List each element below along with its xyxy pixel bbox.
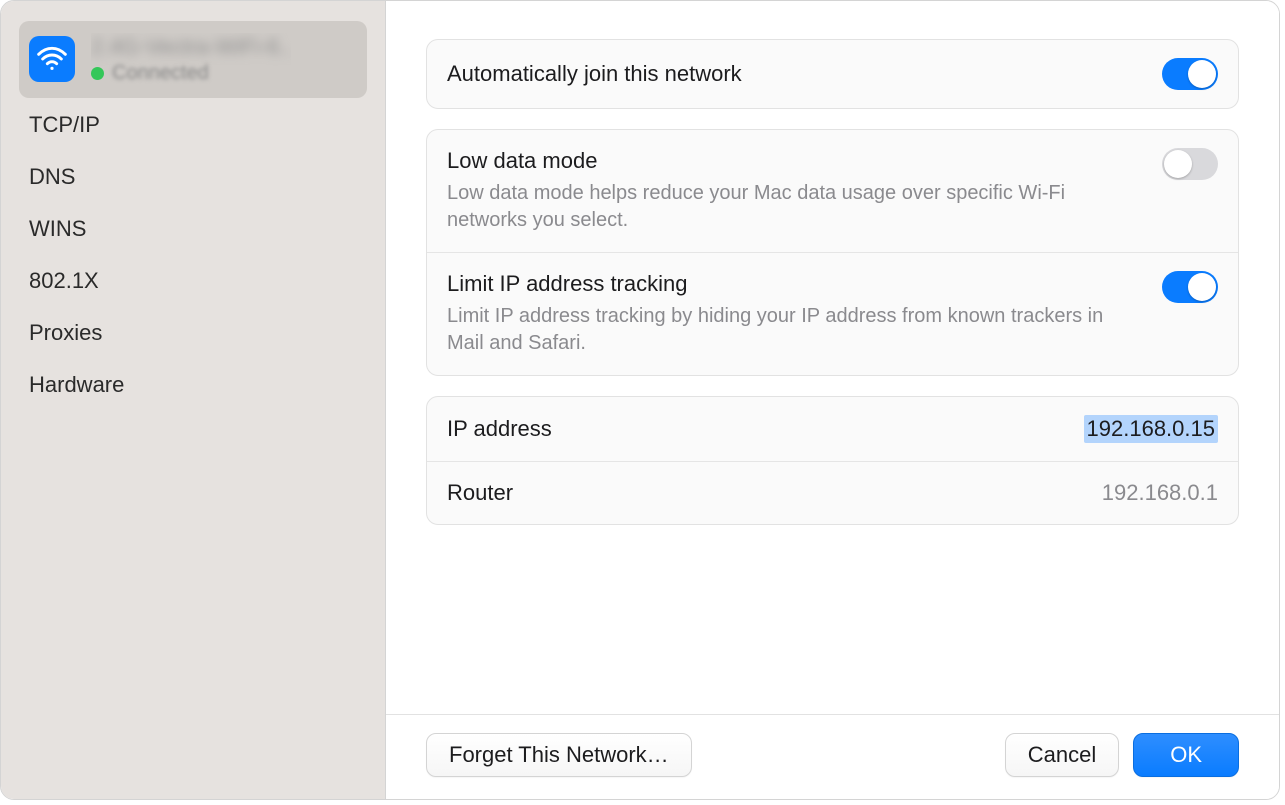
- cancel-button[interactable]: Cancel: [1005, 733, 1119, 777]
- sidebar-item-tcpip[interactable]: TCP/IP: [19, 100, 367, 150]
- sidebar-item-label: TCP/IP: [29, 112, 100, 138]
- sidebar-item-label: Hardware: [29, 372, 124, 398]
- network-name: 2.4G-Vectra-WiFi-6..: [91, 33, 291, 61]
- main-panel: Automatically join this network Low data…: [386, 1, 1279, 799]
- sidebar: 2.4G-Vectra-WiFi-6.. Connected TCP/IP DN…: [1, 1, 386, 799]
- low-data-toggle[interactable]: [1162, 148, 1218, 180]
- sidebar-item-wifi-network[interactable]: 2.4G-Vectra-WiFi-6.. Connected: [19, 21, 367, 98]
- router-label: Router: [447, 480, 1082, 506]
- group-auto-join: Automatically join this network: [426, 39, 1239, 109]
- router-value: 192.168.0.1: [1102, 480, 1218, 506]
- status-dot-icon: [91, 67, 104, 80]
- row-limit-ip: Limit IP address tracking Limit IP addre…: [427, 252, 1238, 375]
- low-data-desc: Low data mode helps reduce your Mac data…: [447, 180, 1142, 234]
- wifi-icon: [29, 36, 75, 82]
- ip-value[interactable]: 192.168.0.15: [1084, 415, 1218, 443]
- row-router: Router 192.168.0.1: [427, 461, 1238, 524]
- auto-join-toggle[interactable]: [1162, 58, 1218, 90]
- limit-ip-desc: Limit IP address tracking by hiding your…: [447, 303, 1142, 357]
- ok-button[interactable]: OK: [1133, 733, 1239, 777]
- group-data-options: Low data mode Low data mode helps reduce…: [426, 129, 1239, 376]
- content: Automatically join this network Low data…: [386, 1, 1279, 714]
- limit-ip-title: Limit IP address tracking: [447, 271, 1142, 297]
- network-settings-window: 2.4G-Vectra-WiFi-6.. Connected TCP/IP DN…: [0, 0, 1280, 800]
- sidebar-item-proxies[interactable]: Proxies: [19, 308, 367, 358]
- network-status: Connected: [112, 61, 209, 86]
- footer: Forget This Network… Cancel OK: [386, 714, 1279, 799]
- limit-ip-toggle[interactable]: [1162, 271, 1218, 303]
- sidebar-item-hardware[interactable]: Hardware: [19, 360, 367, 410]
- sidebar-item-label: Proxies: [29, 320, 102, 346]
- sidebar-item-dns[interactable]: DNS: [19, 152, 367, 202]
- row-ip-address: IP address 192.168.0.15: [427, 397, 1238, 461]
- forget-network-button[interactable]: Forget This Network…: [426, 733, 692, 777]
- row-low-data: Low data mode Low data mode helps reduce…: [427, 130, 1238, 252]
- row-auto-join: Automatically join this network: [427, 40, 1238, 108]
- sidebar-item-wins[interactable]: WINS: [19, 204, 367, 254]
- ip-label: IP address: [447, 416, 1064, 442]
- auto-join-title: Automatically join this network: [447, 61, 1142, 87]
- sidebar-item-8021x[interactable]: 802.1X: [19, 256, 367, 306]
- low-data-title: Low data mode: [447, 148, 1142, 174]
- group-addresses: IP address 192.168.0.15 Router 192.168.0…: [426, 396, 1239, 525]
- sidebar-item-label: DNS: [29, 164, 75, 190]
- sidebar-item-label: 802.1X: [29, 268, 99, 294]
- sidebar-item-label: WINS: [29, 216, 86, 242]
